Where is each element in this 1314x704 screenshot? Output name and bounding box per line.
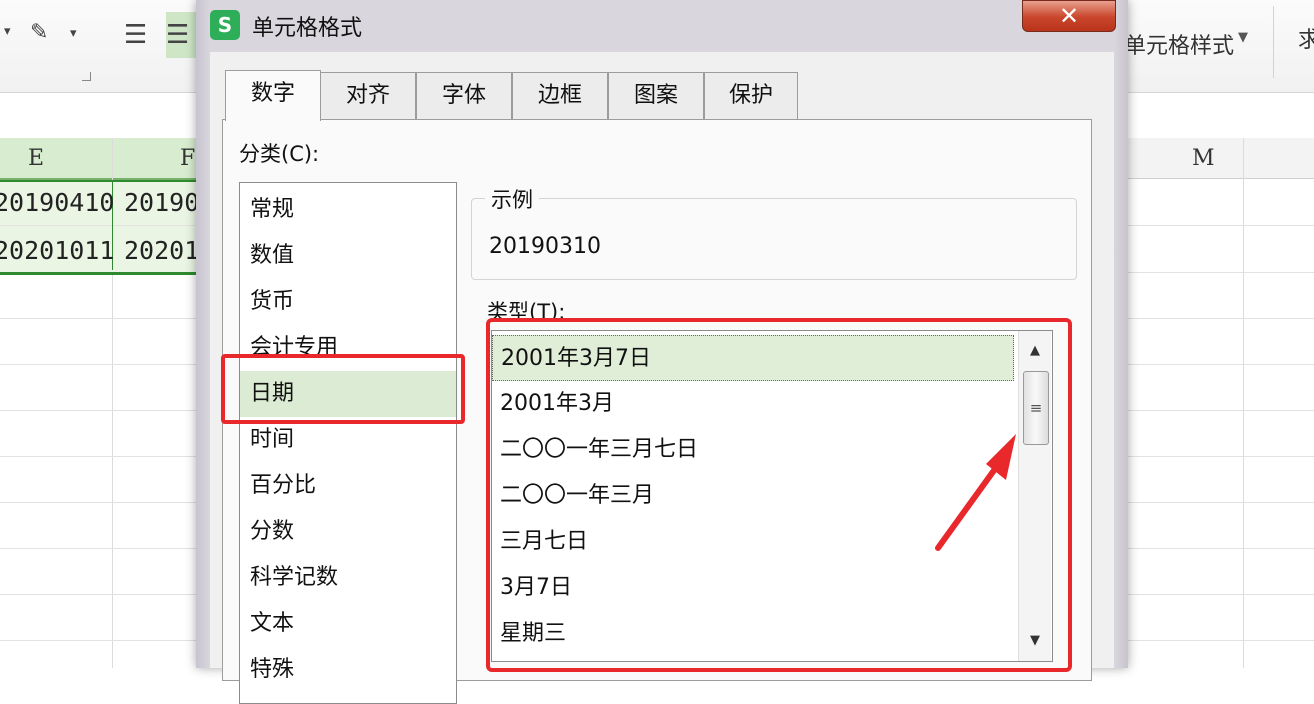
annotation-arrow-shaft <box>935 459 1003 551</box>
tab-number[interactable]: 数字 <box>225 70 321 121</box>
annotation-arrow <box>935 434 1016 551</box>
